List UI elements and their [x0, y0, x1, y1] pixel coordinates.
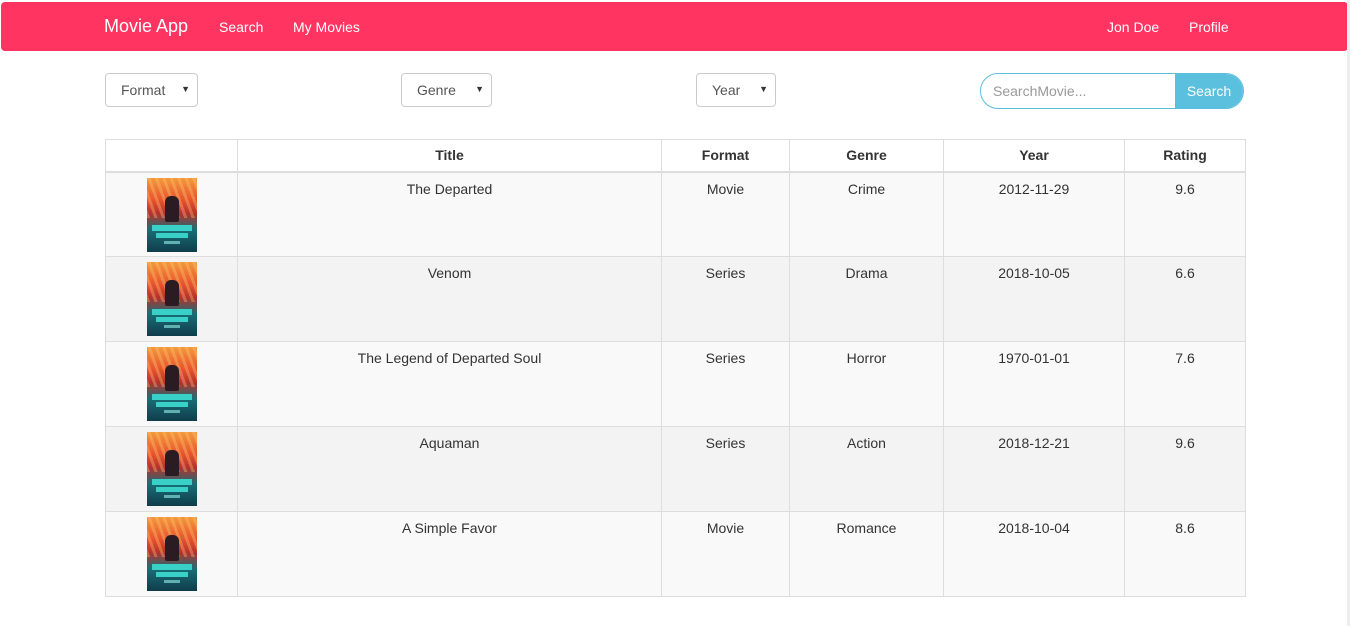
cell-year: 2012-11-29	[943, 171, 1125, 257]
caret-down-icon: ▼	[181, 84, 190, 94]
search-group: Search	[980, 73, 1244, 109]
cell-title: A Simple Favor	[237, 511, 662, 597]
column-header-format[interactable]: Format	[661, 139, 790, 173]
poster-cell	[105, 426, 238, 512]
cell-genre: Crime	[789, 171, 944, 257]
cell-genre: Action	[789, 426, 944, 512]
genre-select[interactable]: Genre ▼	[401, 73, 492, 107]
cell-genre: Drama	[789, 256, 944, 342]
cell-genre: Romance	[789, 511, 944, 597]
poster-art	[164, 535, 179, 561]
movie-poster-image[interactable]	[146, 177, 197, 252]
table-row[interactable]: Venom Series Drama 2018-10-05 6.6	[105, 256, 1246, 342]
poster-art	[155, 402, 188, 407]
cell-title: The Departed	[237, 171, 662, 257]
cell-format: Movie	[661, 511, 790, 597]
cell-title: Venom	[237, 256, 662, 342]
cell-year: 2018-10-05	[943, 256, 1125, 342]
nav-link-my-movies[interactable]: My Movies	[293, 19, 360, 35]
navbar: Movie App Search My Movies Jon Doe Profi…	[1, 2, 1348, 51]
poster-art	[151, 394, 192, 400]
cell-format: Movie	[661, 171, 790, 257]
table-row[interactable]: A Simple Favor Movie Romance 2018-10-04 8.6	[105, 511, 1246, 597]
caret-down-icon: ▼	[759, 84, 768, 94]
movie-poster-image[interactable]	[146, 347, 197, 421]
format-select[interactable]: Format ▼	[105, 73, 198, 107]
poster-art	[151, 309, 192, 315]
column-header-year[interactable]: Year	[943, 139, 1125, 173]
poster-cell	[105, 511, 238, 597]
movie-poster-image[interactable]	[146, 517, 197, 591]
table-row[interactable]: The Departed Movie Crime 2012-11-29 9.6	[105, 171, 1246, 257]
nav-link-user[interactable]: Jon Doe	[1107, 19, 1159, 35]
column-header-rating[interactable]: Rating	[1124, 139, 1246, 173]
poster-art	[155, 232, 188, 238]
poster-art	[164, 450, 179, 476]
poster-art	[163, 495, 180, 498]
poster-cell	[105, 171, 238, 257]
nav-link-profile[interactable]: Profile	[1189, 19, 1229, 35]
cell-rating: 8.6	[1124, 511, 1246, 597]
table-header-row: Title Format Genre Year Rating	[105, 139, 1246, 173]
search-input[interactable]	[981, 74, 1175, 108]
poster-art	[151, 479, 192, 485]
nav-link-search[interactable]: Search	[219, 19, 263, 35]
table-row[interactable]: The Legend of Departed Soul Series Horror 1…	[105, 341, 1246, 427]
cell-year: 2018-10-04	[943, 511, 1125, 597]
format-select-label: Format	[121, 82, 166, 98]
cell-title: The Legend of Departed Soul	[237, 341, 662, 427]
poster-art	[163, 410, 180, 413]
brand-link[interactable]: Movie App	[104, 16, 188, 37]
poster-art	[155, 487, 188, 492]
cell-year: 1970-01-01	[943, 341, 1125, 427]
cell-format: Series	[661, 341, 790, 427]
table-row[interactable]: Aquaman Series Action 2018-12-21 9.6	[105, 426, 1246, 512]
column-header-genre[interactable]: Genre	[789, 139, 944, 173]
cell-title: Aquaman	[237, 426, 662, 512]
poster-art	[164, 365, 179, 391]
poster-art	[151, 564, 192, 570]
cell-rating: 9.6	[1124, 171, 1246, 257]
cell-year: 2018-12-21	[943, 426, 1125, 512]
poster-art	[164, 195, 179, 222]
poster-art	[155, 572, 188, 577]
year-select-label: Year	[712, 82, 741, 98]
poster-art	[164, 280, 179, 306]
genre-select-label: Genre	[417, 82, 456, 98]
poster-cell	[105, 256, 238, 342]
poster-cell	[105, 341, 238, 427]
year-select[interactable]: Year ▼	[696, 73, 776, 107]
poster-art	[163, 325, 180, 328]
cell-rating: 9.6	[1124, 426, 1246, 512]
movie-poster-image[interactable]	[146, 432, 197, 506]
column-header-poster	[105, 139, 238, 173]
search-button[interactable]: Search	[1175, 74, 1243, 108]
cell-rating: 7.6	[1124, 341, 1246, 427]
cell-format: Series	[661, 256, 790, 342]
cell-genre: Horror	[789, 341, 944, 427]
poster-art	[155, 317, 188, 322]
movies-table-body: The Departed Movie Crime 2012-11-29 9.6 Venom…	[105, 171, 1246, 597]
cell-format: Series	[661, 426, 790, 512]
cell-rating: 6.6	[1124, 256, 1246, 342]
movie-poster-image[interactable]	[146, 262, 197, 336]
movies-table: Title Format Genre Year Rating The Depar…	[105, 139, 1246, 597]
column-header-title[interactable]: Title	[237, 139, 662, 173]
poster-art	[163, 240, 180, 244]
caret-down-icon: ▼	[475, 84, 484, 94]
poster-art	[163, 580, 180, 583]
poster-art	[151, 224, 192, 231]
